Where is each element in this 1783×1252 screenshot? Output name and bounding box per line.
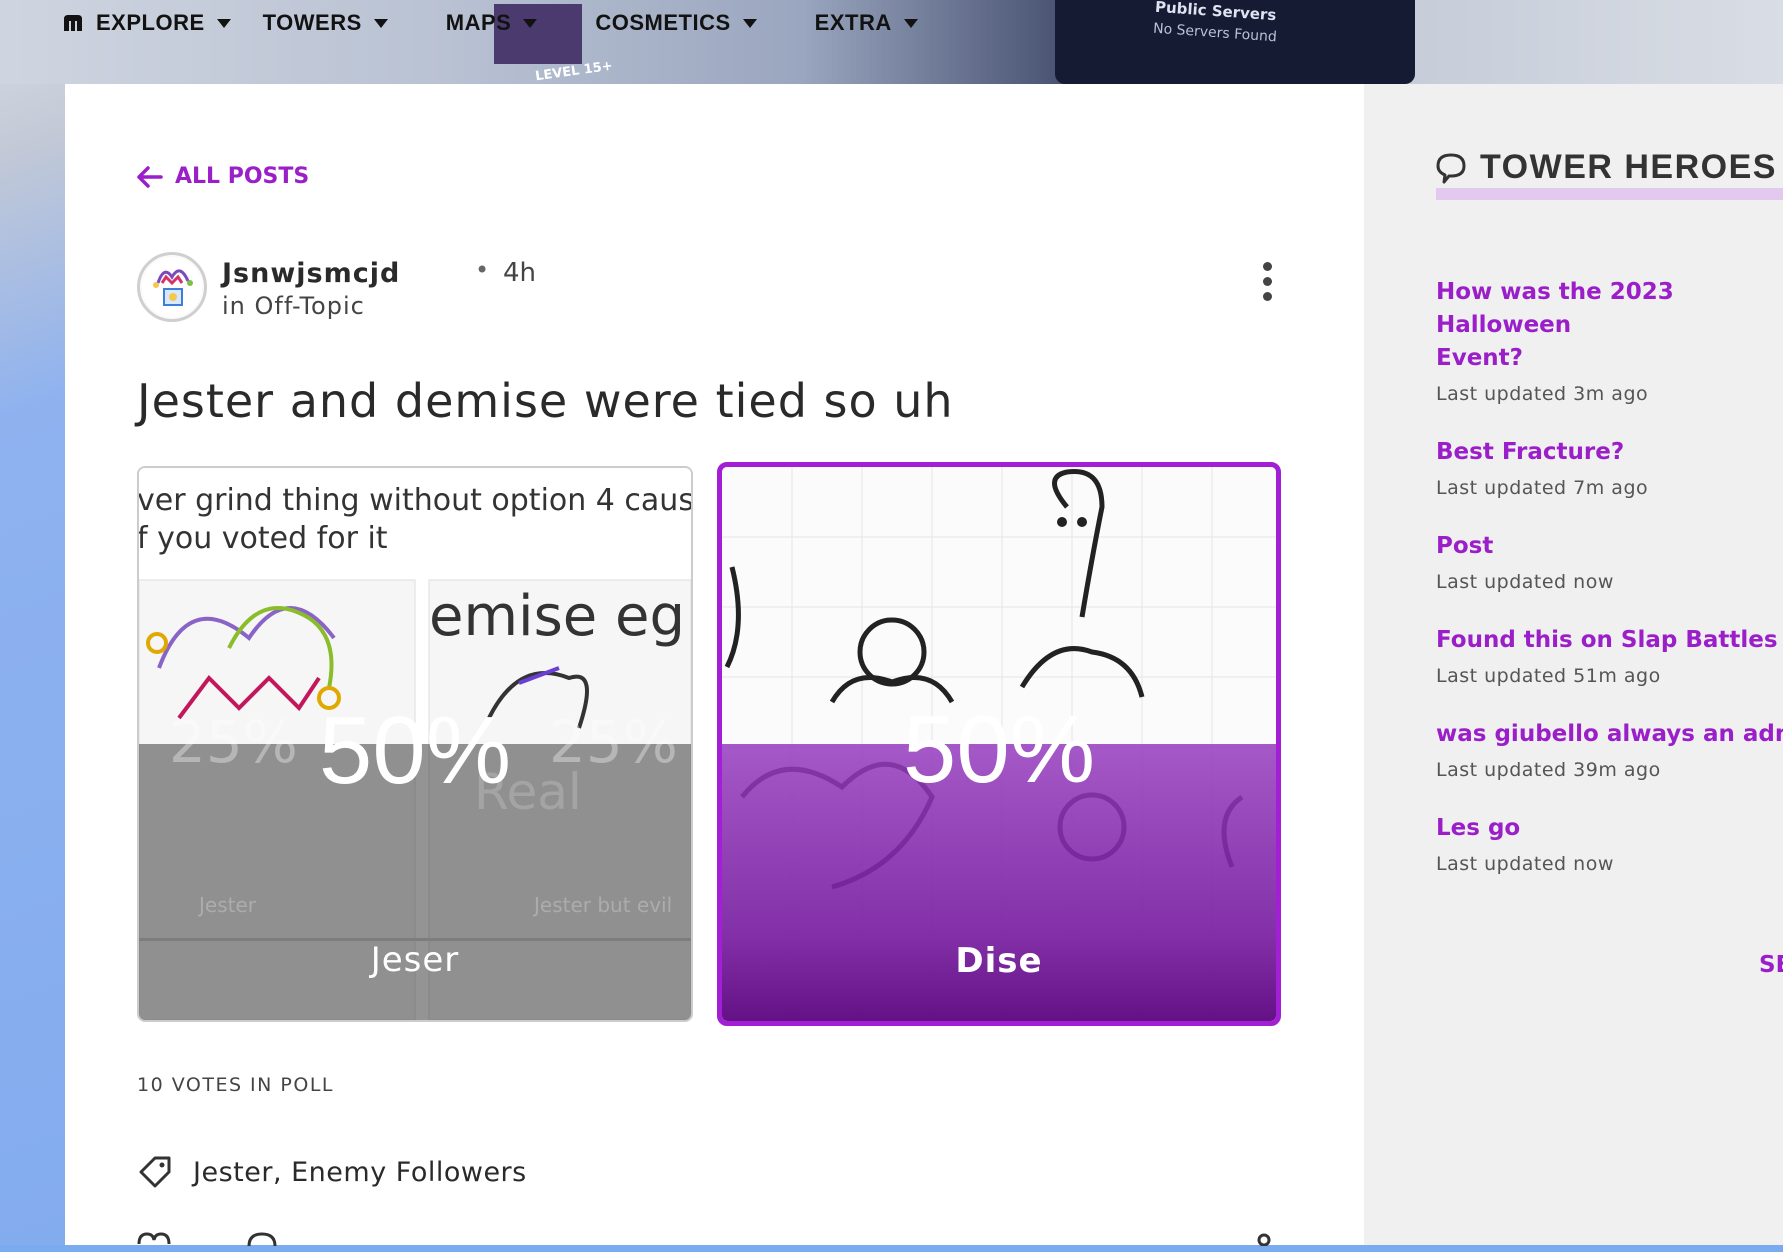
fandom-logo-icon	[64, 15, 82, 31]
more-options-icon[interactable]	[1257, 262, 1277, 308]
post-category[interactable]: in Off-Topic	[222, 292, 365, 320]
author-name[interactable]: Jsnwjsmcjd	[222, 258, 400, 289]
post-author-row: Jsnwjsmcjd • 4h in Off-Topic	[137, 252, 1277, 328]
poll-image-label-right: Jester but evil	[534, 893, 673, 917]
sidebar-post-meta: Last updated now	[1436, 571, 1614, 593]
chevron-down-icon	[903, 18, 918, 28]
nav-extra-label: EXTRA	[814, 10, 892, 35]
post-time: 4h	[503, 258, 537, 288]
arrow-left-icon	[137, 165, 163, 188]
sidebar-header: TOWER HEROES	[1434, 148, 1777, 187]
list-item: Les go Last updated now	[1436, 812, 1783, 875]
sidebar-post-meta: Last updated 51m ago	[1436, 665, 1661, 687]
list-item: Found this on Slap Battles Wi Last updat…	[1436, 624, 1783, 687]
sidebar-title-highlight	[1436, 188, 1783, 200]
post-card: ALL POSTS Jsnwjsmcjd • 4h in Off-Topic J…	[65, 84, 1364, 1246]
sidebar-post-link[interactable]: How was the 2023 Halloween Event?	[1436, 276, 1783, 375]
avatar[interactable]	[137, 252, 207, 322]
list-item: Best Fracture? Last updated 7m ago	[1436, 436, 1783, 499]
chevron-down-icon	[523, 18, 538, 28]
poll: ver grind thing without option 4 caus f …	[137, 462, 1281, 1026]
nav-explore[interactable]: EXPLORE	[62, 10, 231, 36]
post-title: Jester and demise were tied so uh	[137, 374, 954, 428]
sidebar-post-link[interactable]: Post	[1436, 530, 1783, 563]
poll-option-label: Jeser	[370, 940, 460, 980]
sidebar-post-link[interactable]: Les go	[1436, 812, 1783, 845]
poll-image-heading: emise eg	[429, 584, 685, 649]
sidebar-post-list: How was the 2023 Halloween Event? Last u…	[1436, 276, 1783, 906]
sidebar-see-more-link[interactable]: SE	[1759, 952, 1783, 978]
post-tags: Jester, Enemy Followers	[137, 1154, 527, 1190]
sidebar-post-meta: Last updated now	[1436, 853, 1614, 875]
poll-option-dise[interactable]: 50% Dise	[717, 462, 1281, 1026]
sidebar-post-meta: Last updated 3m ago	[1436, 383, 1649, 405]
sidebar-post-meta: Last updated 39m ago	[1436, 759, 1661, 781]
sidebar-title: TOWER HEROES	[1480, 148, 1777, 186]
poll-option-label: Dise	[955, 941, 1043, 981]
nav-cosmetics-label: COSMETICS	[595, 10, 731, 35]
tag-icon	[139, 1156, 171, 1188]
chevron-down-icon	[216, 18, 231, 28]
nav-maps-label: MAPS	[445, 10, 512, 35]
nav-extra[interactable]: EXTRA	[815, 10, 918, 36]
comment-icon[interactable]	[247, 1232, 277, 1246]
sidebar-post-meta: Last updated 7m ago	[1436, 477, 1649, 499]
sidebar-post-link[interactable]: Found this on Slap Battles Wi	[1436, 624, 1783, 657]
poll-vote-count: 10 VOTES IN POLL	[137, 1074, 334, 1096]
poll-option-percent: 50%	[318, 697, 512, 804]
poll-image-label-left: Jester	[199, 893, 256, 917]
nav-cosmetics[interactable]: COSMETICS	[595, 10, 757, 36]
sidebar: TOWER HEROES How was the 2023 Halloween …	[1364, 84, 1783, 1245]
list-item: Post Last updated now	[1436, 530, 1783, 593]
post-tags-text[interactable]: Jester, Enemy Followers	[193, 1157, 527, 1188]
nav-explore-label: EXPLORE	[96, 10, 205, 35]
top-navigation: EXPLORE TOWERS MAPS COSMETICS EXTRA	[62, 6, 976, 40]
chevron-down-icon	[742, 18, 757, 28]
post-actions-row	[137, 1232, 1277, 1252]
nav-towers[interactable]: TOWERS	[263, 10, 388, 36]
sidebar-post-link[interactable]: was giubello always an admin	[1436, 718, 1783, 751]
list-item: How was the 2023 Halloween Event? Last u…	[1436, 276, 1783, 405]
poll-image-caption: ver grind thing without option 4 caus f …	[137, 483, 693, 556]
author-time-separator: •	[475, 256, 490, 284]
poll-option-jeser[interactable]: ver grind thing without option 4 caus f …	[137, 466, 693, 1022]
nav-maps[interactable]: MAPS	[446, 10, 538, 36]
heart-icon[interactable]	[137, 1232, 171, 1246]
list-item: was giubello always an admin Last update…	[1436, 718, 1783, 781]
nav-towers-label: TOWERS	[262, 10, 362, 35]
jester-avatar-icon	[142, 257, 202, 317]
all-posts-link[interactable]: ALL POSTS	[137, 164, 309, 189]
discussion-icon	[1436, 153, 1466, 183]
chevron-down-icon	[373, 18, 388, 28]
poll-option-percent: 50%	[902, 696, 1096, 803]
all-posts-label: ALL POSTS	[175, 164, 310, 189]
share-icon[interactable]	[1254, 1232, 1274, 1246]
sidebar-post-link[interactable]: Best Fracture?	[1436, 436, 1783, 469]
